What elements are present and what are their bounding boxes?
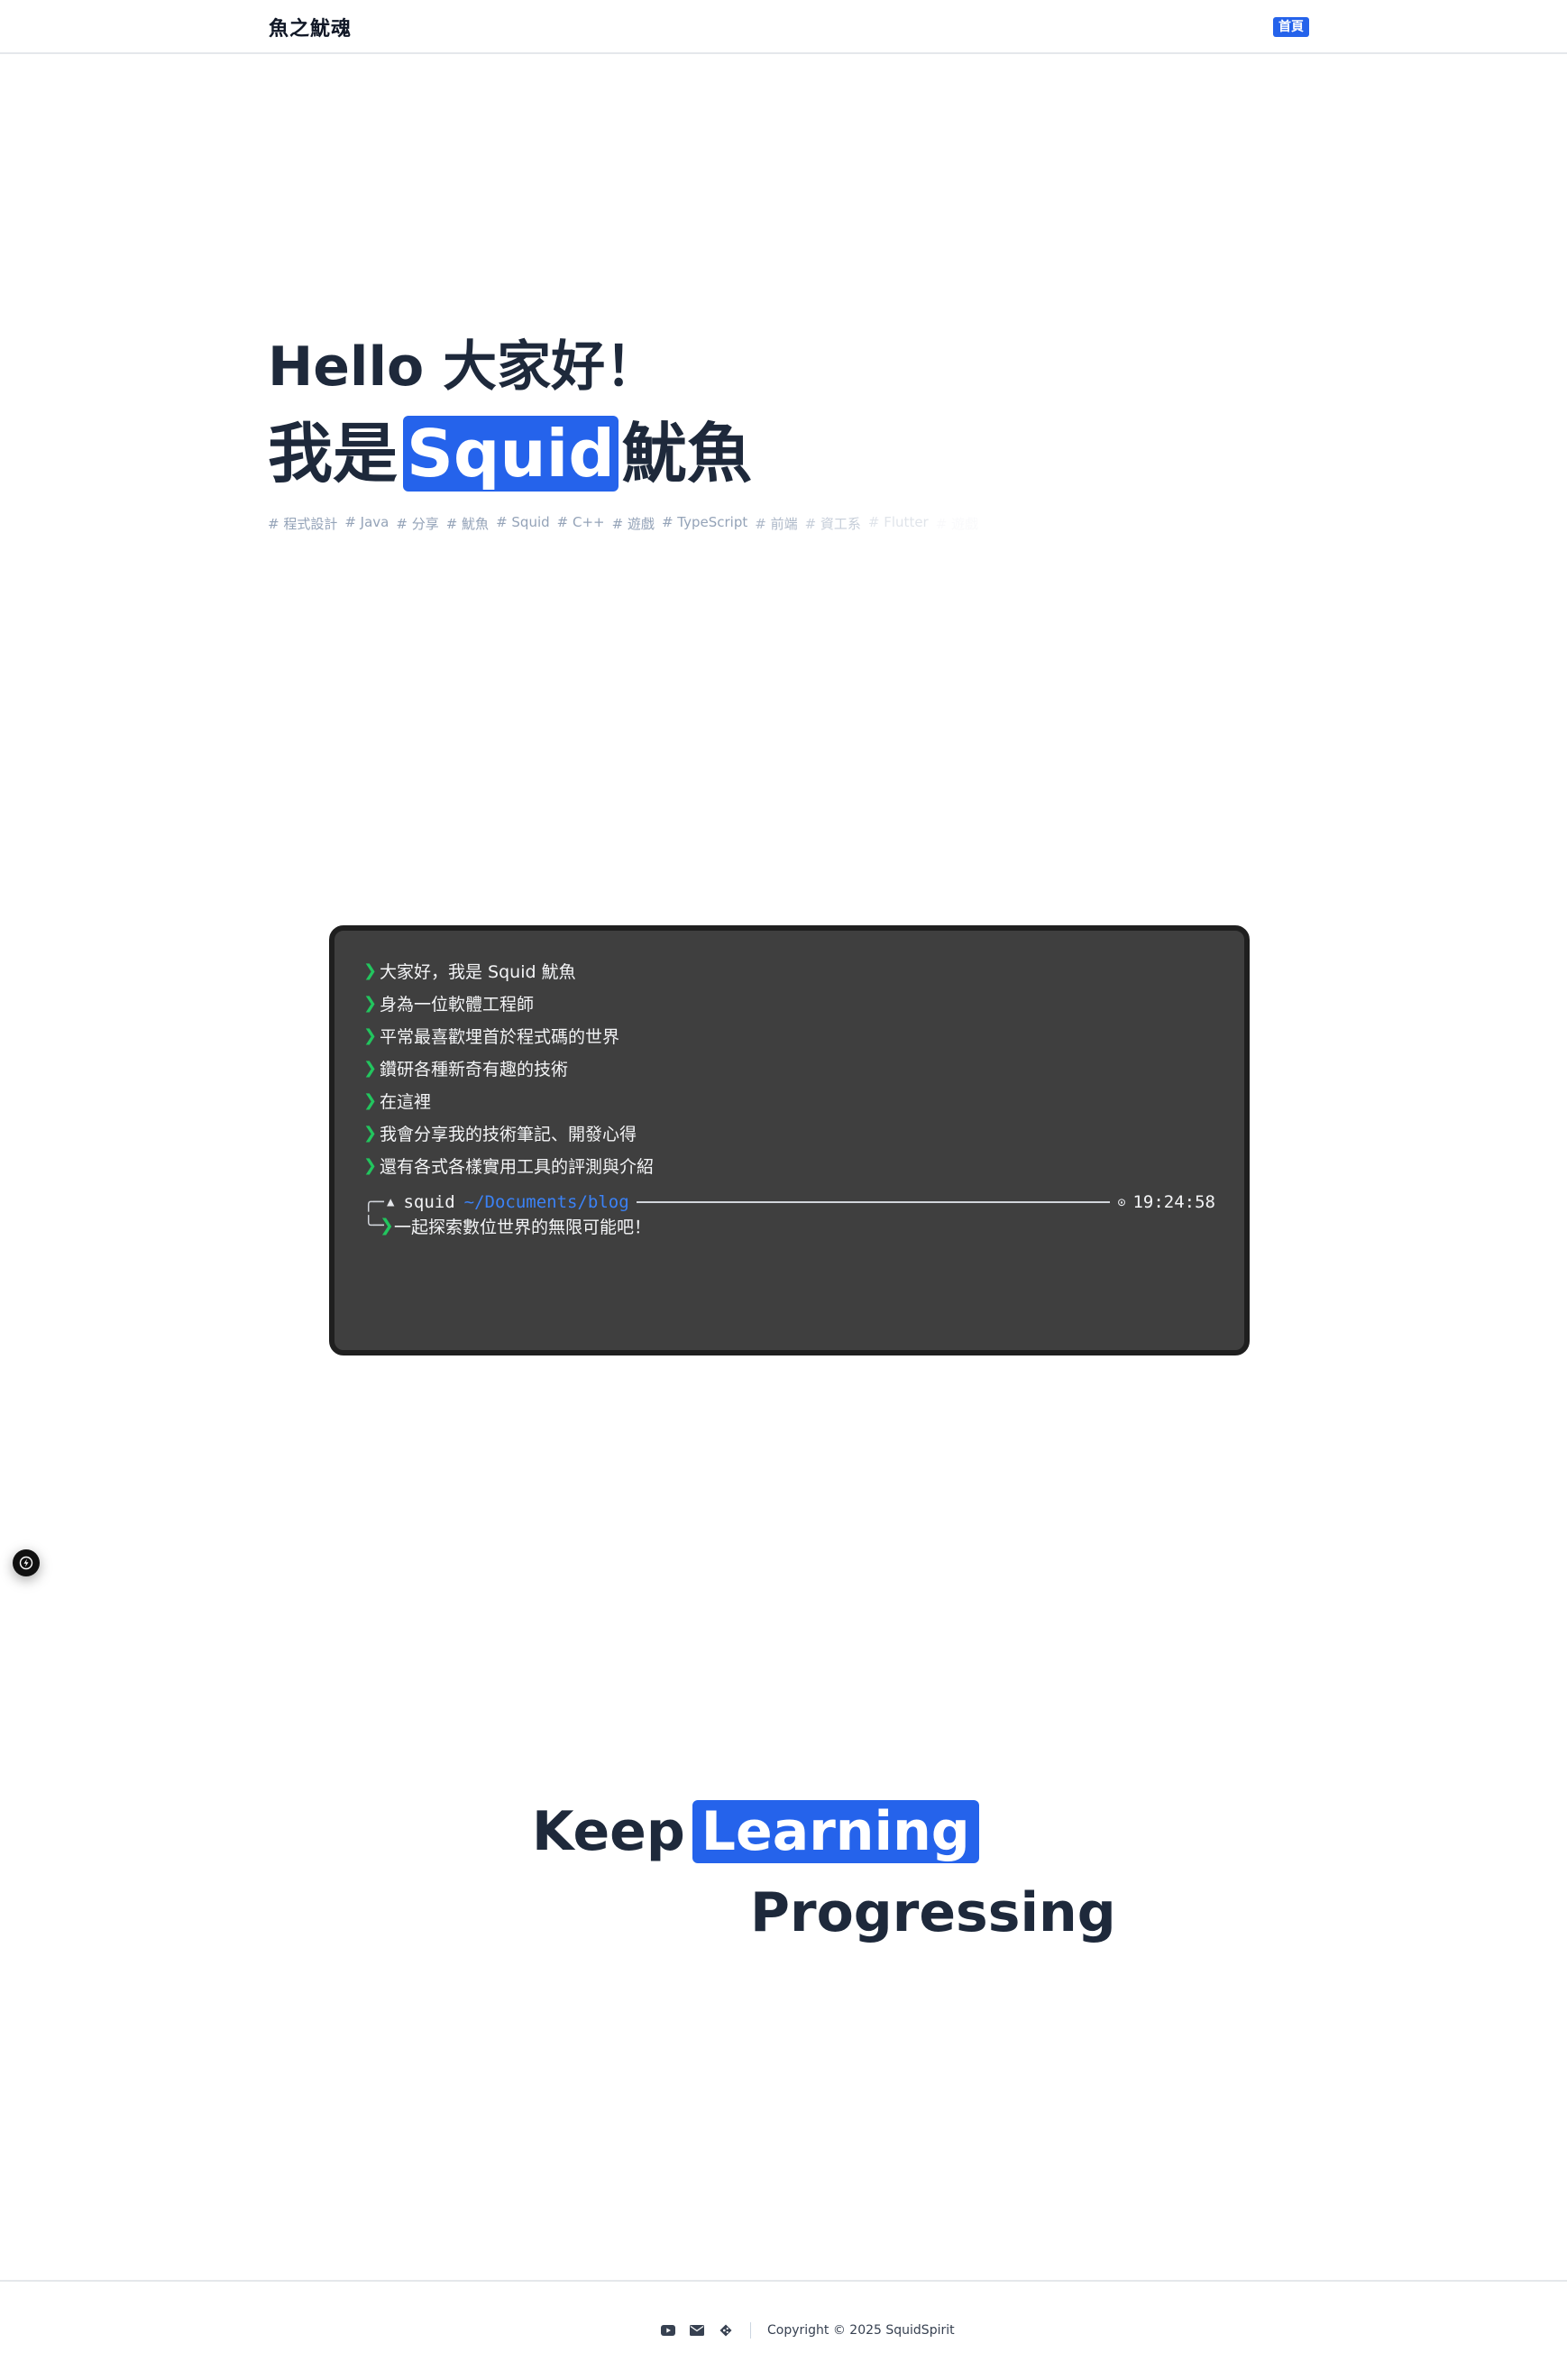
hero-name: 我是 Squid 魷魚 <box>268 415 752 492</box>
tag-item[interactable]: # Squid <box>496 514 550 533</box>
terminal-window: ❯ 大家好，我是 Squid 魷魚 ❯ 身為一位軟體工程師 ❯ 平常最喜歡埋首於程式碼的世… <box>329 925 1250 1355</box>
lightning-fab-button[interactable] <box>13 1549 40 1576</box>
terminal-line-text: 身為一位軟體工程師 <box>380 994 535 1015</box>
prompt-path: ~/Documents/blog <box>463 1192 629 1212</box>
tag-item[interactable]: # 分享 <box>396 514 438 533</box>
terminal-line: ❯ 還有各式各樣實用工具的評測與介紹 <box>363 1149 1215 1181</box>
tag-item[interactable]: # 遊戲 <box>612 514 655 533</box>
motto-keep: Keep <box>532 1800 685 1863</box>
terminal-line: ❯ 在這裡 <box>363 1084 1215 1116</box>
tag-item[interactable]: # C++ <box>557 514 605 533</box>
motto-line-1: Keep Learning <box>532 1797 979 1866</box>
tag-item[interactable]: # 程式設計 <box>268 514 337 533</box>
prompt-chevron-icon: ❯ <box>380 1216 394 1236</box>
terminal-chevron-icon: ❯ <box>363 960 378 980</box>
terminal-chevron-icon: ❯ <box>363 1025 378 1045</box>
prompt-rule <box>636 1201 1111 1203</box>
hero-name-prefix: 我是 <box>268 416 399 492</box>
terminal-line-text: 鑽研各種新奇有趣的技術 <box>380 1059 569 1080</box>
terminal-line-text: 還有各式各樣實用工具的評測與介紹 <box>380 1156 655 1177</box>
tag-list: # 程式設計 # Java # 分享 # 魷魚 # Squid # C++ # 遊戲 # Ty… <box>268 514 978 533</box>
prompt-user: squid <box>403 1192 455 1212</box>
terminal-lines: ❯ 大家好，我是 Squid 魷魚 ❯ 身為一位軟體工程師 ❯ 平常最喜歡埋首於程式碼的世… <box>363 954 1215 1181</box>
motto-progressing: Progressing <box>750 1881 1116 1944</box>
tag-item[interactable]: # Java <box>344 514 389 533</box>
tag-item[interactable]: # 遊戲 <box>936 514 978 533</box>
prompt-corner-top: ╭─ <box>363 1192 384 1212</box>
terminal-line: ❯ 大家好，我是 Squid 魷魚 <box>363 954 1215 987</box>
terminal-line: ❯ 鑽研各種新奇有趣的技術 <box>363 1052 1215 1084</box>
terminal-prompt: ╭─ ▲ squid ~/Documents/blog ⊙ 19:24:58 ╰… <box>363 1190 1215 1239</box>
tag-item[interactable]: # Flutter <box>868 514 929 533</box>
site-header: 魚之魷魂 首頁 <box>0 0 1567 54</box>
gitea-icon[interactable] <box>718 2322 734 2339</box>
terminal-line-text: 我會分享我的技術筆記、開發心得 <box>380 1124 637 1144</box>
mail-icon[interactable] <box>689 2322 705 2339</box>
terminal-line-text: 在這裡 <box>380 1091 432 1112</box>
footer-copyright: Copyright © 2025 SquidSpirit <box>767 2323 955 2338</box>
terminal-line-text: 平常最喜歡埋首於程式碼的世界 <box>380 1026 620 1047</box>
nav-home-link[interactable]: 首頁 <box>1273 17 1309 37</box>
prompt-time: 19:24:58 <box>1132 1192 1215 1212</box>
site-brand[interactable]: 魚之魷魂 <box>269 13 352 41</box>
hero-greeting: Hello 大家好！ <box>268 335 660 399</box>
prompt-caret-icon: ▲ <box>387 1195 395 1209</box>
prompt-corner-bottom: ╰─ <box>363 1216 384 1236</box>
terminal-chevron-icon: ❯ <box>363 993 378 1013</box>
terminal-line: ❯ 我會分享我的技術筆記、開發心得 <box>363 1116 1215 1149</box>
hero-name-highlight: Squid <box>403 416 619 492</box>
terminal-chevron-icon: ❯ <box>363 1090 378 1110</box>
tag-item[interactable]: # 資工系 <box>805 514 861 533</box>
tag-item[interactable]: # 魷魚 <box>446 514 489 533</box>
terminal-line: ❯ 身為一位軟體工程師 <box>363 987 1215 1019</box>
site-footer: Copyright © 2025 SquidSpirit <box>0 2280 1567 2380</box>
tag-item[interactable]: # 前端 <box>755 514 797 533</box>
hero-name-suffix: 魷魚 <box>621 416 752 492</box>
terminal-chevron-icon: ❯ <box>363 1123 378 1143</box>
footer-divider <box>750 2322 751 2339</box>
terminal-line: ❯ 平常最喜歡埋首於程式碼的世界 <box>363 1019 1215 1052</box>
terminal-chevron-icon: ❯ <box>363 1058 378 1078</box>
terminal-chevron-icon: ❯ <box>363 1155 378 1175</box>
prompt-message: 一起探索數位世界的無限可能吧！ <box>394 1217 652 1237</box>
clock-icon: ⊙ <box>1117 1194 1126 1210</box>
motto-learning-highlight: Learning <box>692 1800 979 1863</box>
terminal-line-text: 大家好，我是 Squid 魷魚 <box>380 961 576 982</box>
youtube-icon[interactable] <box>660 2322 676 2339</box>
tag-item[interactable]: # TypeScript <box>662 514 747 533</box>
lightning-icon <box>19 1556 33 1570</box>
